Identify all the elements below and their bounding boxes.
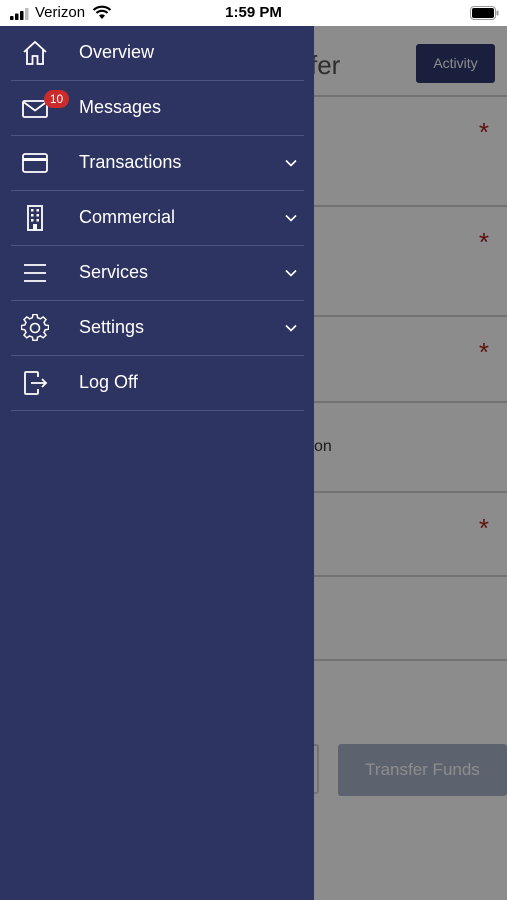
menu-item-label: Transactions (79, 152, 182, 172)
menu-item-label: Settings (79, 317, 145, 337)
unread-count-badge: 10 (44, 90, 69, 108)
chevron-down-icon (285, 269, 297, 277)
menu-item-settings[interactable]: Settings (11, 301, 304, 356)
menu-item-label: Log Off (79, 372, 138, 392)
chevron-down-icon (285, 159, 297, 167)
credit-card-icon (22, 153, 48, 173)
menu-item-label: Services (79, 262, 149, 282)
chevron-down-icon (285, 324, 297, 332)
logout-icon (24, 371, 48, 395)
status-bar: Verizon 1:59 PM (0, 0, 507, 26)
menu-item-messages[interactable]: 10 Messages (11, 81, 304, 136)
menu-item-label: Commercial (79, 207, 176, 227)
battery-icon (470, 6, 499, 20)
menu-item-log-off[interactable]: Log Off (11, 356, 304, 411)
menu-item-transactions[interactable]: Transactions (11, 136, 304, 191)
navigation-drawer: Overview 10 Messages Transactions Commer… (0, 26, 314, 900)
menu-item-overview[interactable]: Overview (11, 26, 304, 81)
chevron-down-icon (285, 214, 297, 222)
gear-icon (21, 314, 49, 342)
menu-item-commercial[interactable]: Commercial (11, 191, 304, 246)
hamburger-menu-icon (24, 264, 46, 282)
menu-item-services[interactable]: Services (11, 246, 304, 301)
menu-item-label: Overview (79, 42, 155, 62)
menu-item-label: Messages (79, 97, 162, 117)
building-icon (27, 205, 43, 231)
home-icon (23, 40, 47, 65)
clock-time: 1:59 PM (225, 4, 282, 21)
